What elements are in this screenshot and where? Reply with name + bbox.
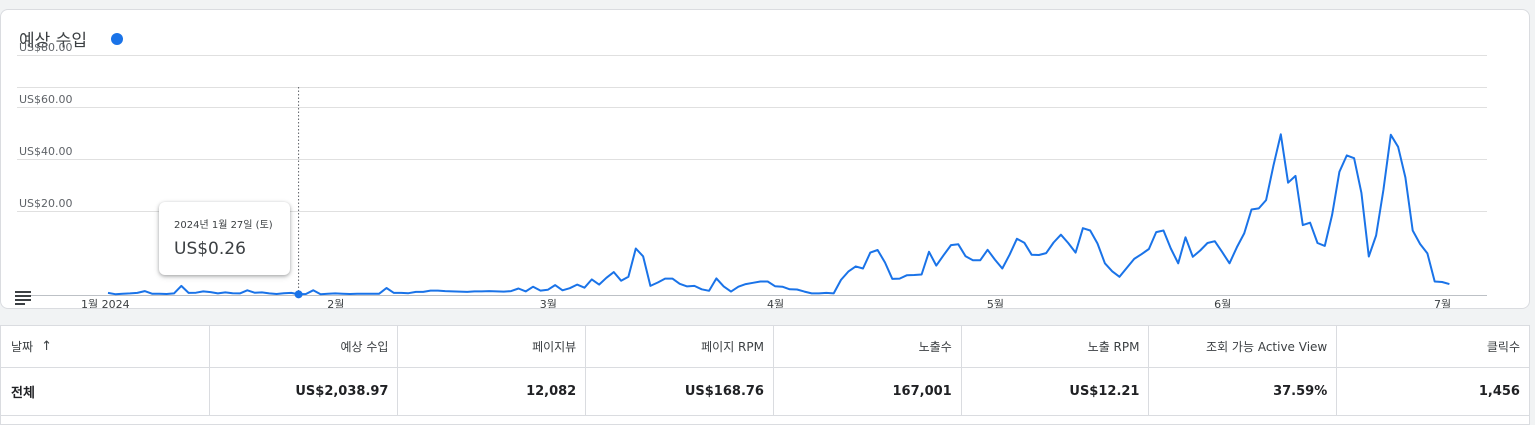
column-header-estimated-earnings[interactable]: 예상 수입 [209,326,399,368]
highlight-point [294,290,303,299]
column-header-active-view-viewable[interactable]: 조회 가능 Active View [1149,326,1338,368]
x-tick-label: 3월 [540,298,557,309]
total-page-rpm: US$168.76 [586,368,774,416]
column-header-label: 날짜 [11,340,34,354]
total-impressions: 167,001 [773,368,962,416]
tooltip-value: US$0.26 [174,239,246,259]
chart-tooltip: 2024년 1월 27일 (토) US$0.26 [159,202,290,275]
earnings-series-line [107,133,1450,296]
x-tick-label: 7월 [1434,298,1451,309]
x-tick-label: 2월 [327,298,344,309]
total-pageviews: 12,082 [398,368,587,416]
total-active-view-viewable: 37.59% [1149,368,1338,416]
menu-lines-icon[interactable] [15,290,31,305]
column-header-date[interactable]: 날짜 ↑ [1,326,210,368]
x-tick-label: 1월 2024 [81,298,130,309]
total-clicks: 1,456 [1337,368,1529,416]
x-tick-label: 6월 [1214,298,1231,309]
column-header-pageviews[interactable]: 페이지뷰 [398,326,587,368]
column-header-page-rpm[interactable]: 페이지 RPM [586,326,774,368]
column-header-impression-rpm[interactable]: 노출 RPM [961,326,1150,368]
y-tick-label: US$20.00 [19,197,73,210]
y-tick-label: US$40.00 [19,145,73,158]
report-table: 날짜 ↑ 예상 수입 페이지뷰 페이지 RPM 노출수 노출 RPM 조회 가능… [0,325,1530,425]
table-header-row: 날짜 ↑ 예상 수입 페이지뷰 페이지 RPM 노출수 노출 RPM 조회 가능… [1,326,1529,368]
table-row-total: 전체 US$2,038.97 12,082 US$168.76 167,001 … [1,368,1529,416]
arrow-up-icon[interactable]: ↑ [41,339,52,354]
y-tick-label: US$80.00 [19,41,73,54]
column-header-impressions[interactable]: 노출수 [773,326,962,368]
y-tick-label: US$60.00 [19,93,73,106]
total-impression-rpm: US$12.21 [961,368,1150,416]
tooltip-date: 2024년 1월 27일 (토) [174,220,273,231]
column-header-clicks[interactable]: 클릭수 [1337,326,1529,368]
earnings-chart-card: 예상 수입 US$20.00 US$40.00 US$60.00 US$80.00 1월… [0,9,1530,309]
total-estimated-earnings: US$2,038.97 [209,368,399,416]
x-tick-label: 5월 [987,298,1004,309]
x-tick-label: 4월 [767,298,784,309]
total-label: 전체 [1,368,210,416]
